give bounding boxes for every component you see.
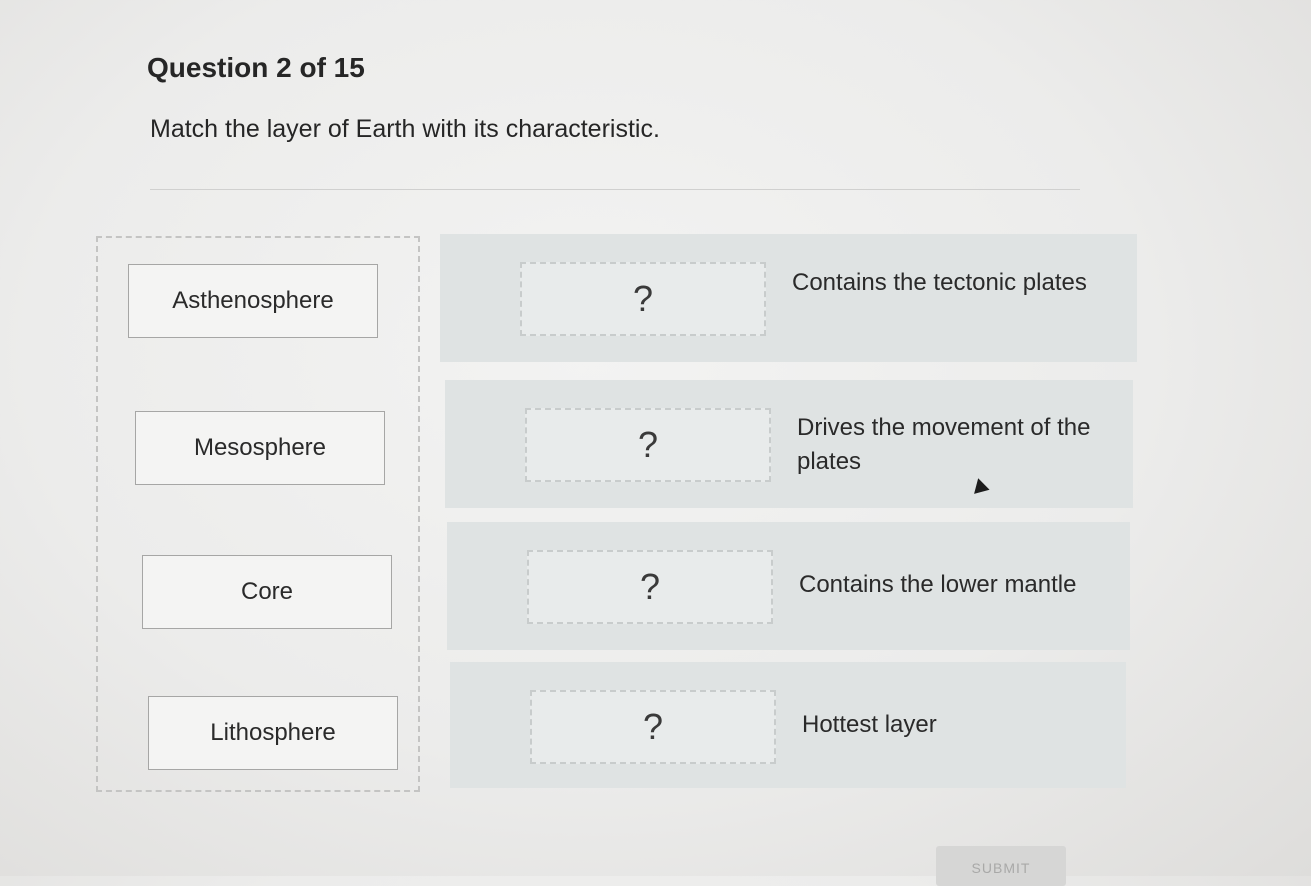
characteristic-text: Drives the movement of the plates: [797, 414, 1091, 475]
characteristic-text: Contains the tectonic plates: [792, 269, 1087, 296]
answer-tile-core[interactable]: Core: [142, 555, 392, 629]
question-header: Question 2 of 15: [147, 52, 365, 83]
submit-button[interactable]: SUBMIT: [936, 846, 1066, 886]
answer-tile-mesosphere[interactable]: Mesosphere: [135, 411, 385, 485]
drop-target[interactable]: ?: [527, 550, 773, 624]
drop-target[interactable]: ?: [530, 690, 776, 764]
question-prompt: Match the layer of Earth with its charac…: [150, 115, 660, 143]
characteristic-text: Hottest layer: [802, 711, 937, 738]
drop-target[interactable]: ?: [520, 262, 766, 336]
characteristic-text: Contains the lower mantle: [799, 571, 1077, 598]
answer-tile-lithosphere[interactable]: Lithosphere: [148, 696, 398, 770]
answer-tile-asthenosphere[interactable]: Asthenosphere: [128, 264, 378, 338]
divider: [150, 189, 1080, 190]
match-row: ? Contains the lower mantle: [447, 522, 1130, 650]
drop-target[interactable]: ?: [525, 408, 771, 482]
match-row: ? Hottest layer: [450, 662, 1126, 788]
match-row: ? Drives the movement of the plates: [445, 380, 1133, 508]
match-row: ? Contains the tectonic plates: [440, 234, 1137, 362]
